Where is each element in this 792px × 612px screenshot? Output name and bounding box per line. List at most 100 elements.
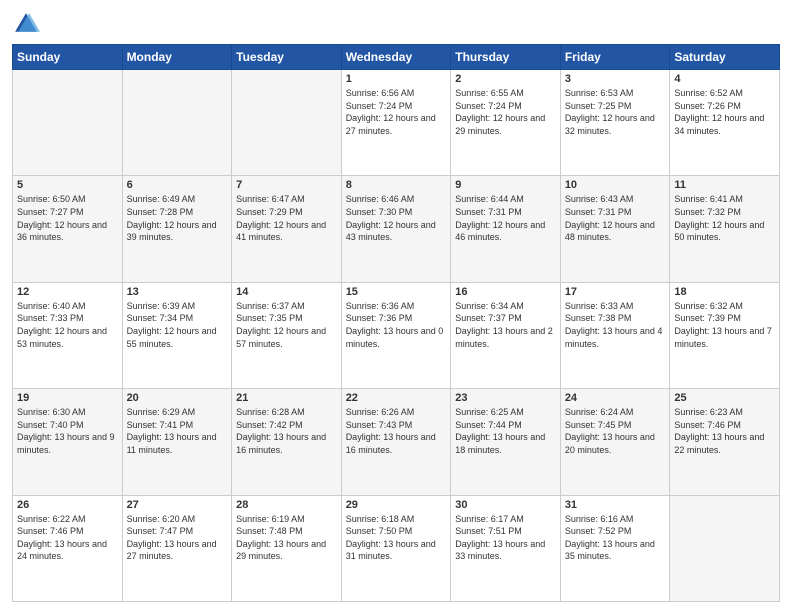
calendar-week-row: 19 Sunrise: 6:30 AMSunset: 7:40 PMDaylig… — [13, 389, 780, 495]
day-info: Sunrise: 6:52 AMSunset: 7:26 PMDaylight:… — [674, 88, 764, 136]
calendar-cell: 27 Sunrise: 6:20 AMSunset: 7:47 PMDaylig… — [122, 495, 232, 601]
calendar-cell: 17 Sunrise: 6:33 AMSunset: 7:38 PMDaylig… — [560, 282, 670, 388]
day-number: 8 — [346, 179, 447, 191]
day-info: Sunrise: 6:23 AMSunset: 7:46 PMDaylight:… — [674, 407, 764, 455]
day-number: 2 — [455, 73, 556, 85]
day-info: Sunrise: 6:18 AMSunset: 7:50 PMDaylight:… — [346, 514, 436, 562]
day-number: 31 — [565, 499, 666, 511]
day-info: Sunrise: 6:55 AMSunset: 7:24 PMDaylight:… — [455, 88, 545, 136]
day-info: Sunrise: 6:56 AMSunset: 7:24 PMDaylight:… — [346, 88, 436, 136]
day-info: Sunrise: 6:43 AMSunset: 7:31 PMDaylight:… — [565, 194, 655, 242]
calendar-cell: 18 Sunrise: 6:32 AMSunset: 7:39 PMDaylig… — [670, 282, 780, 388]
day-number: 1 — [346, 73, 447, 85]
day-number: 3 — [565, 73, 666, 85]
calendar-cell: 1 Sunrise: 6:56 AMSunset: 7:24 PMDayligh… — [341, 70, 451, 176]
day-info: Sunrise: 6:25 AMSunset: 7:44 PMDaylight:… — [455, 407, 545, 455]
day-number: 25 — [674, 392, 775, 404]
day-info: Sunrise: 6:30 AMSunset: 7:40 PMDaylight:… — [17, 407, 115, 455]
day-number: 13 — [127, 286, 228, 298]
day-number: 7 — [236, 179, 337, 191]
calendar-week-row: 12 Sunrise: 6:40 AMSunset: 7:33 PMDaylig… — [13, 282, 780, 388]
calendar-cell: 29 Sunrise: 6:18 AMSunset: 7:50 PMDaylig… — [341, 495, 451, 601]
day-number: 10 — [565, 179, 666, 191]
day-number: 29 — [346, 499, 447, 511]
calendar-cell: 25 Sunrise: 6:23 AMSunset: 7:46 PMDaylig… — [670, 389, 780, 495]
calendar-cell: 7 Sunrise: 6:47 AMSunset: 7:29 PMDayligh… — [232, 176, 342, 282]
calendar-cell: 21 Sunrise: 6:28 AMSunset: 7:42 PMDaylig… — [232, 389, 342, 495]
calendar-cell — [670, 495, 780, 601]
calendar-cell: 5 Sunrise: 6:50 AMSunset: 7:27 PMDayligh… — [13, 176, 123, 282]
weekday-header-monday: Monday — [122, 45, 232, 70]
weekday-header-sunday: Sunday — [13, 45, 123, 70]
day-number: 27 — [127, 499, 228, 511]
day-number: 28 — [236, 499, 337, 511]
day-number: 17 — [565, 286, 666, 298]
day-number: 30 — [455, 499, 556, 511]
calendar-week-row: 5 Sunrise: 6:50 AMSunset: 7:27 PMDayligh… — [13, 176, 780, 282]
day-info: Sunrise: 6:32 AMSunset: 7:39 PMDaylight:… — [674, 301, 772, 349]
day-info: Sunrise: 6:41 AMSunset: 7:32 PMDaylight:… — [674, 194, 764, 242]
calendar-cell — [13, 70, 123, 176]
calendar-cell: 26 Sunrise: 6:22 AMSunset: 7:46 PMDaylig… — [13, 495, 123, 601]
day-info: Sunrise: 6:53 AMSunset: 7:25 PMDaylight:… — [565, 88, 655, 136]
day-info: Sunrise: 6:29 AMSunset: 7:41 PMDaylight:… — [127, 407, 217, 455]
day-number: 19 — [17, 392, 118, 404]
day-info: Sunrise: 6:19 AMSunset: 7:48 PMDaylight:… — [236, 514, 326, 562]
day-info: Sunrise: 6:46 AMSunset: 7:30 PMDaylight:… — [346, 194, 436, 242]
day-number: 11 — [674, 179, 775, 191]
day-info: Sunrise: 6:39 AMSunset: 7:34 PMDaylight:… — [127, 301, 217, 349]
day-info: Sunrise: 6:33 AMSunset: 7:38 PMDaylight:… — [565, 301, 663, 349]
calendar-cell: 3 Sunrise: 6:53 AMSunset: 7:25 PMDayligh… — [560, 70, 670, 176]
calendar-cell: 8 Sunrise: 6:46 AMSunset: 7:30 PMDayligh… — [341, 176, 451, 282]
day-number: 5 — [17, 179, 118, 191]
day-info: Sunrise: 6:20 AMSunset: 7:47 PMDaylight:… — [127, 514, 217, 562]
header — [12, 10, 780, 38]
calendar-cell — [122, 70, 232, 176]
day-number: 22 — [346, 392, 447, 404]
day-info: Sunrise: 6:24 AMSunset: 7:45 PMDaylight:… — [565, 407, 655, 455]
weekday-header-thursday: Thursday — [451, 45, 561, 70]
day-info: Sunrise: 6:44 AMSunset: 7:31 PMDaylight:… — [455, 194, 545, 242]
calendar-cell: 4 Sunrise: 6:52 AMSunset: 7:26 PMDayligh… — [670, 70, 780, 176]
day-number: 20 — [127, 392, 228, 404]
day-number: 18 — [674, 286, 775, 298]
day-number: 24 — [565, 392, 666, 404]
calendar-cell — [232, 70, 342, 176]
logo — [12, 10, 44, 38]
day-number: 23 — [455, 392, 556, 404]
calendar-cell: 19 Sunrise: 6:30 AMSunset: 7:40 PMDaylig… — [13, 389, 123, 495]
day-info: Sunrise: 6:37 AMSunset: 7:35 PMDaylight:… — [236, 301, 326, 349]
calendar-cell: 20 Sunrise: 6:29 AMSunset: 7:41 PMDaylig… — [122, 389, 232, 495]
day-number: 16 — [455, 286, 556, 298]
day-info: Sunrise: 6:34 AMSunset: 7:37 PMDaylight:… — [455, 301, 553, 349]
logo-icon — [12, 10, 40, 38]
calendar-cell: 12 Sunrise: 6:40 AMSunset: 7:33 PMDaylig… — [13, 282, 123, 388]
calendar-table: SundayMondayTuesdayWednesdayThursdayFrid… — [12, 44, 780, 602]
calendar-cell: 15 Sunrise: 6:36 AMSunset: 7:36 PMDaylig… — [341, 282, 451, 388]
calendar-cell: 31 Sunrise: 6:16 AMSunset: 7:52 PMDaylig… — [560, 495, 670, 601]
day-number: 26 — [17, 499, 118, 511]
day-info: Sunrise: 6:50 AMSunset: 7:27 PMDaylight:… — [17, 194, 107, 242]
calendar-cell: 2 Sunrise: 6:55 AMSunset: 7:24 PMDayligh… — [451, 70, 561, 176]
day-number: 15 — [346, 286, 447, 298]
calendar-cell: 30 Sunrise: 6:17 AMSunset: 7:51 PMDaylig… — [451, 495, 561, 601]
day-number: 12 — [17, 286, 118, 298]
day-info: Sunrise: 6:28 AMSunset: 7:42 PMDaylight:… — [236, 407, 326, 455]
day-number: 14 — [236, 286, 337, 298]
day-info: Sunrise: 6:36 AMSunset: 7:36 PMDaylight:… — [346, 301, 444, 349]
calendar-cell: 22 Sunrise: 6:26 AMSunset: 7:43 PMDaylig… — [341, 389, 451, 495]
calendar-cell: 16 Sunrise: 6:34 AMSunset: 7:37 PMDaylig… — [451, 282, 561, 388]
day-info: Sunrise: 6:49 AMSunset: 7:28 PMDaylight:… — [127, 194, 217, 242]
calendar-cell: 11 Sunrise: 6:41 AMSunset: 7:32 PMDaylig… — [670, 176, 780, 282]
day-info: Sunrise: 6:47 AMSunset: 7:29 PMDaylight:… — [236, 194, 326, 242]
calendar-cell: 14 Sunrise: 6:37 AMSunset: 7:35 PMDaylig… — [232, 282, 342, 388]
day-info: Sunrise: 6:26 AMSunset: 7:43 PMDaylight:… — [346, 407, 436, 455]
weekday-header-wednesday: Wednesday — [341, 45, 451, 70]
calendar-week-row: 26 Sunrise: 6:22 AMSunset: 7:46 PMDaylig… — [13, 495, 780, 601]
calendar-cell: 9 Sunrise: 6:44 AMSunset: 7:31 PMDayligh… — [451, 176, 561, 282]
weekday-header-row: SundayMondayTuesdayWednesdayThursdayFrid… — [13, 45, 780, 70]
calendar-cell: 24 Sunrise: 6:24 AMSunset: 7:45 PMDaylig… — [560, 389, 670, 495]
day-info: Sunrise: 6:22 AMSunset: 7:46 PMDaylight:… — [17, 514, 107, 562]
weekday-header-tuesday: Tuesday — [232, 45, 342, 70]
calendar-cell: 6 Sunrise: 6:49 AMSunset: 7:28 PMDayligh… — [122, 176, 232, 282]
